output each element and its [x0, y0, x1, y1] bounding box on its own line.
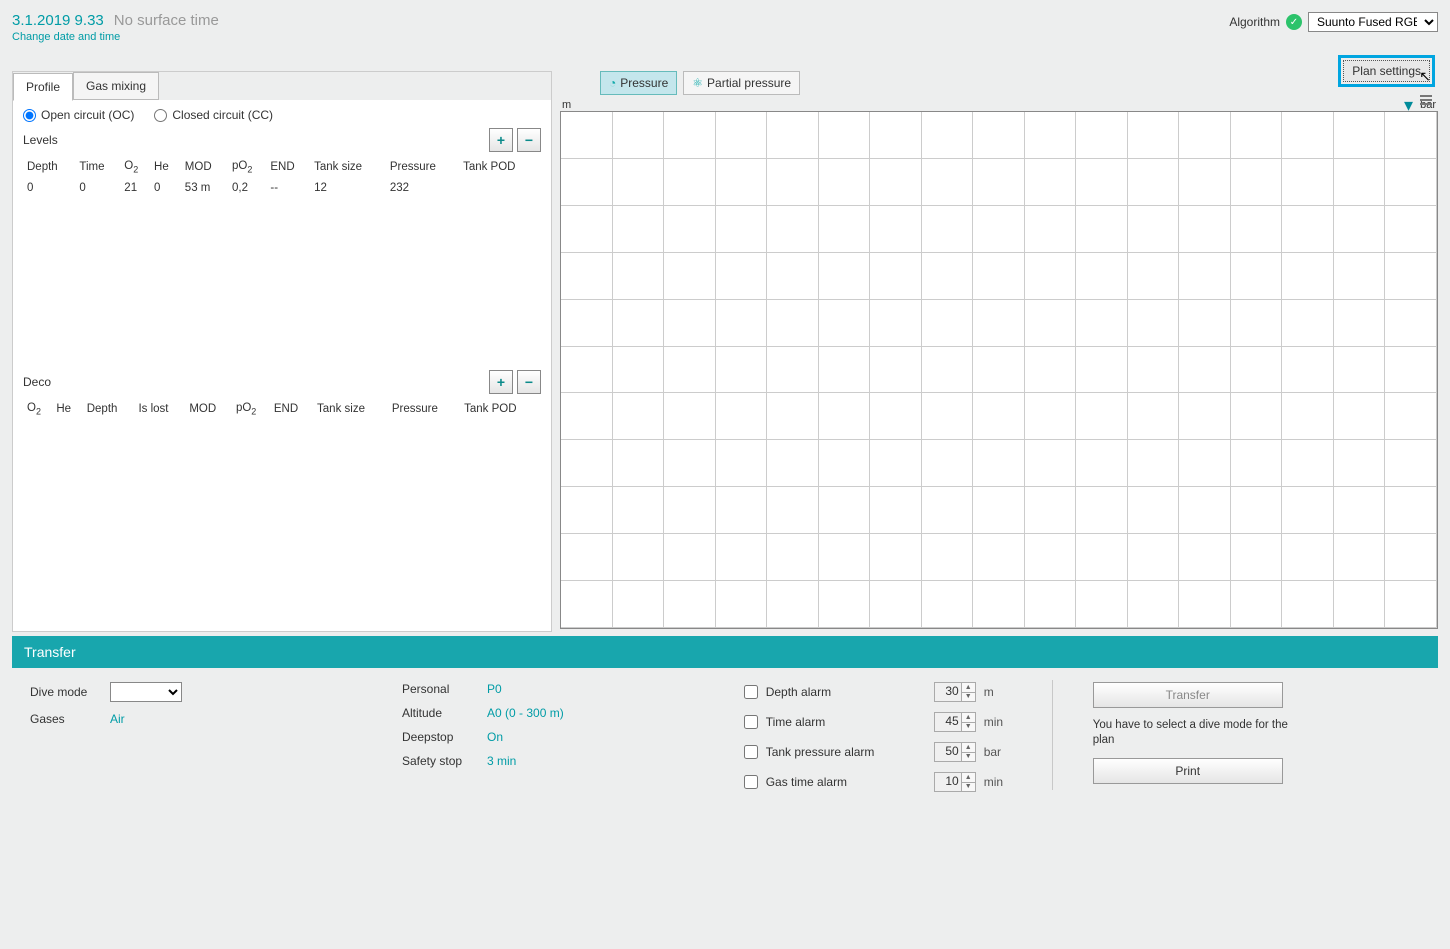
y-axis-left-label: m — [562, 99, 571, 111]
deepstop-value[interactable]: On — [487, 730, 503, 744]
change-date-link[interactable]: Change date and time — [12, 31, 219, 43]
dive-mode-label: Dive mode — [30, 685, 100, 699]
deepstop-label: Deepstop — [402, 730, 477, 744]
deco-remove-button[interactable]: − — [517, 370, 541, 394]
transfer-note: You have to select a dive mode for the p… — [1093, 718, 1293, 748]
deco-add-button[interactable]: + — [489, 370, 513, 394]
levels-row[interactable]: 0 0 21 0 53 m 0,2 -- 12 232 — [23, 178, 541, 198]
time-alarm-label: Time alarm — [766, 715, 926, 729]
levels-header-row: Depth Time O2 He MOD pO2 END Tank size P… — [23, 156, 541, 178]
check-icon: ✓ — [1286, 14, 1302, 30]
molecule-icon: ⚛ — [692, 76, 703, 90]
tank-alarm-check[interactable] — [744, 745, 758, 759]
depth-alarm-label: Depth alarm — [766, 685, 926, 699]
altitude-label: Altitude — [402, 706, 477, 720]
plan-settings-button[interactable]: Plan settings ↖ — [1343, 60, 1430, 82]
transfer-button[interactable]: Transfer — [1093, 682, 1283, 708]
dive-mode-select[interactable] — [110, 682, 182, 702]
personal-value[interactable]: P0 — [487, 682, 502, 696]
algorithm-label: Algorithm — [1229, 15, 1280, 29]
time-alarm-input[interactable]: 45▲▼ — [934, 712, 976, 732]
chart-area — [560, 111, 1438, 629]
deco-title: Deco — [23, 375, 51, 389]
chart-tab-pressure[interactable]: ◔Pressure — [600, 71, 677, 95]
deco-header-row: O2 He Depth Is lost MOD pO2 END Tank siz… — [23, 398, 541, 420]
levels-remove-button[interactable]: − — [517, 128, 541, 152]
cursor-icon: ↖ — [1419, 68, 1431, 85]
safetystop-value[interactable]: 3 min — [487, 754, 516, 768]
depth-alarm-input[interactable]: 30▲▼ — [934, 682, 976, 702]
gases-label: Gases — [30, 712, 100, 726]
plan-settings-label: Plan settings — [1352, 64, 1421, 78]
tab-profile[interactable]: Profile — [13, 73, 73, 101]
radio-open-circuit[interactable]: Open circuit (OC) — [23, 108, 134, 122]
gases-value[interactable]: Air — [110, 712, 125, 726]
depth-alarm-check[interactable] — [744, 685, 758, 699]
altitude-value[interactable]: A0 (0 - 300 m) — [487, 706, 564, 720]
levels-add-button[interactable]: + — [489, 128, 513, 152]
surface-time-text: No surface time — [114, 12, 219, 29]
tank-alarm-label: Tank pressure alarm — [766, 745, 926, 759]
levels-title: Levels — [23, 133, 58, 147]
personal-label: Personal — [402, 682, 477, 696]
radio-closed-circuit[interactable]: Closed circuit (CC) — [154, 108, 273, 122]
gastime-alarm-input[interactable]: 10▲▼ — [934, 772, 976, 792]
transfer-header: Transfer — [12, 636, 1438, 668]
tab-gas-mixing[interactable]: Gas mixing — [73, 72, 159, 100]
time-alarm-check[interactable] — [744, 715, 758, 729]
safetystop-label: Safety stop — [402, 754, 477, 768]
tank-alarm-input[interactable]: 50▲▼ — [934, 742, 976, 762]
print-button[interactable]: Print — [1093, 758, 1283, 784]
algorithm-select[interactable]: Suunto Fused RGBM — [1308, 12, 1438, 32]
date-text: 3.1.2019 9.33 — [12, 12, 104, 29]
gastime-alarm-label: Gas time alarm — [766, 775, 926, 789]
gauge-icon: ◔ — [609, 76, 616, 90]
hamburger-icon[interactable] — [1420, 95, 1432, 105]
chart-tab-partial-pressure[interactable]: ⚛Partial pressure — [683, 71, 800, 95]
gastime-alarm-check[interactable] — [744, 775, 758, 789]
